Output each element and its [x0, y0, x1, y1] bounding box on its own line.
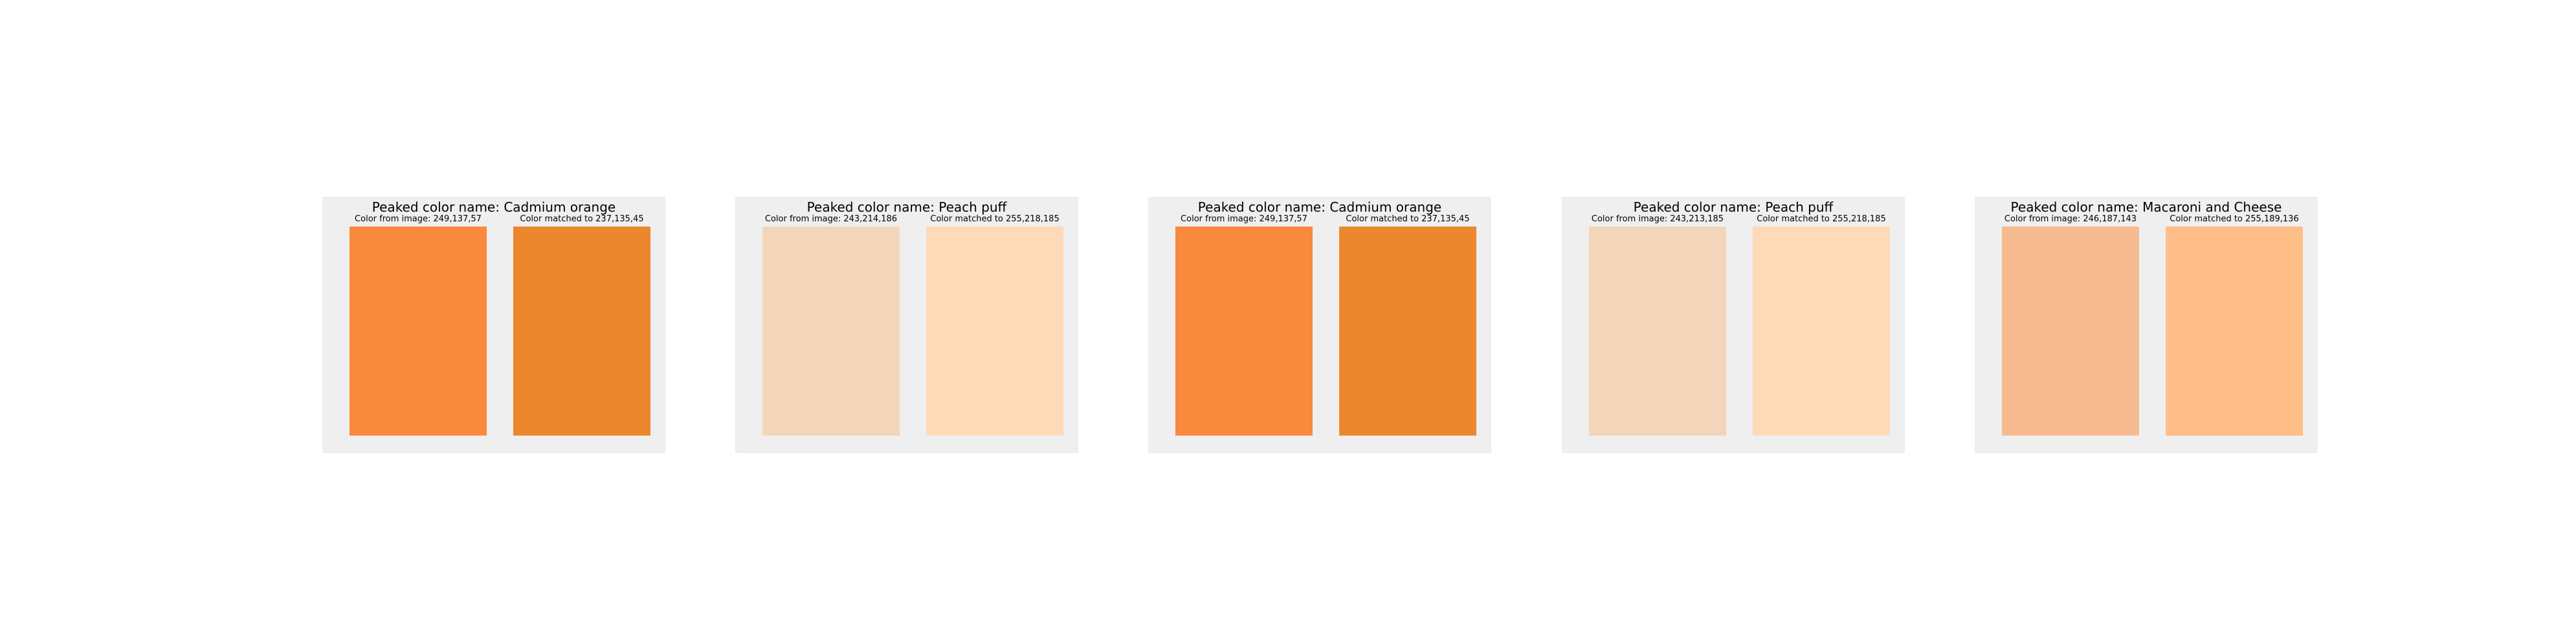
- color-panel: Peaked color name: Cadmium orange Color …: [322, 197, 665, 453]
- matched-color-label: Color matched to 237,135,45: [1346, 214, 1470, 224]
- image-color-label: Color from image: 246,187,143: [2004, 214, 2137, 224]
- image-color-label: Color from image: 243,214,186: [764, 214, 898, 224]
- panel-title: Peaked color name: Macaroni and Cheese: [2010, 199, 2282, 215]
- image-color-label: Color from image: 249,137,57: [355, 214, 482, 224]
- matched-color-label: Color matched to 255,218,185: [930, 214, 1060, 224]
- color-panel: Peaked color name: Peach puff Color from…: [1562, 197, 1905, 453]
- panel-title: Peaked color name: Cadmium orange: [1197, 199, 1442, 215]
- image-color-swatch: [762, 227, 900, 436]
- matched-color-swatch: [2166, 227, 2303, 436]
- matched-color-label: Color matched to 255,218,185: [1757, 214, 1886, 224]
- matched-color-label: Color matched to 255,189,136: [2170, 214, 2299, 224]
- matched-color-swatch: [1339, 227, 1476, 436]
- color-panel: Peaked color name: Peach puff Color from…: [735, 197, 1078, 453]
- image-color-label: Color from image: 243,213,185: [1591, 214, 1724, 224]
- color-panel: Peaked color name: Macaroni and Cheese C…: [1975, 197, 2318, 453]
- matched-color-label: Color matched to 237,135,45: [520, 214, 644, 224]
- matched-color-swatch: [513, 227, 650, 436]
- color-panel: Peaked color name: Cadmium orange Color …: [1148, 197, 1491, 453]
- matched-color-swatch: [926, 227, 1063, 436]
- image-color-swatch: [1589, 227, 1726, 436]
- matched-color-swatch: [1753, 227, 1890, 436]
- image-color-swatch: [1175, 227, 1313, 436]
- image-color-swatch: [2002, 227, 2139, 436]
- image-color-label: Color from image: 249,137,57: [1181, 214, 1307, 224]
- panel-title: Peaked color name: Peach puff: [1633, 199, 1834, 215]
- image-color-swatch: [350, 227, 487, 436]
- panel-title: Peaked color name: Cadmium orange: [372, 199, 616, 215]
- panel-title: Peaked color name: Peach puff: [806, 199, 1007, 215]
